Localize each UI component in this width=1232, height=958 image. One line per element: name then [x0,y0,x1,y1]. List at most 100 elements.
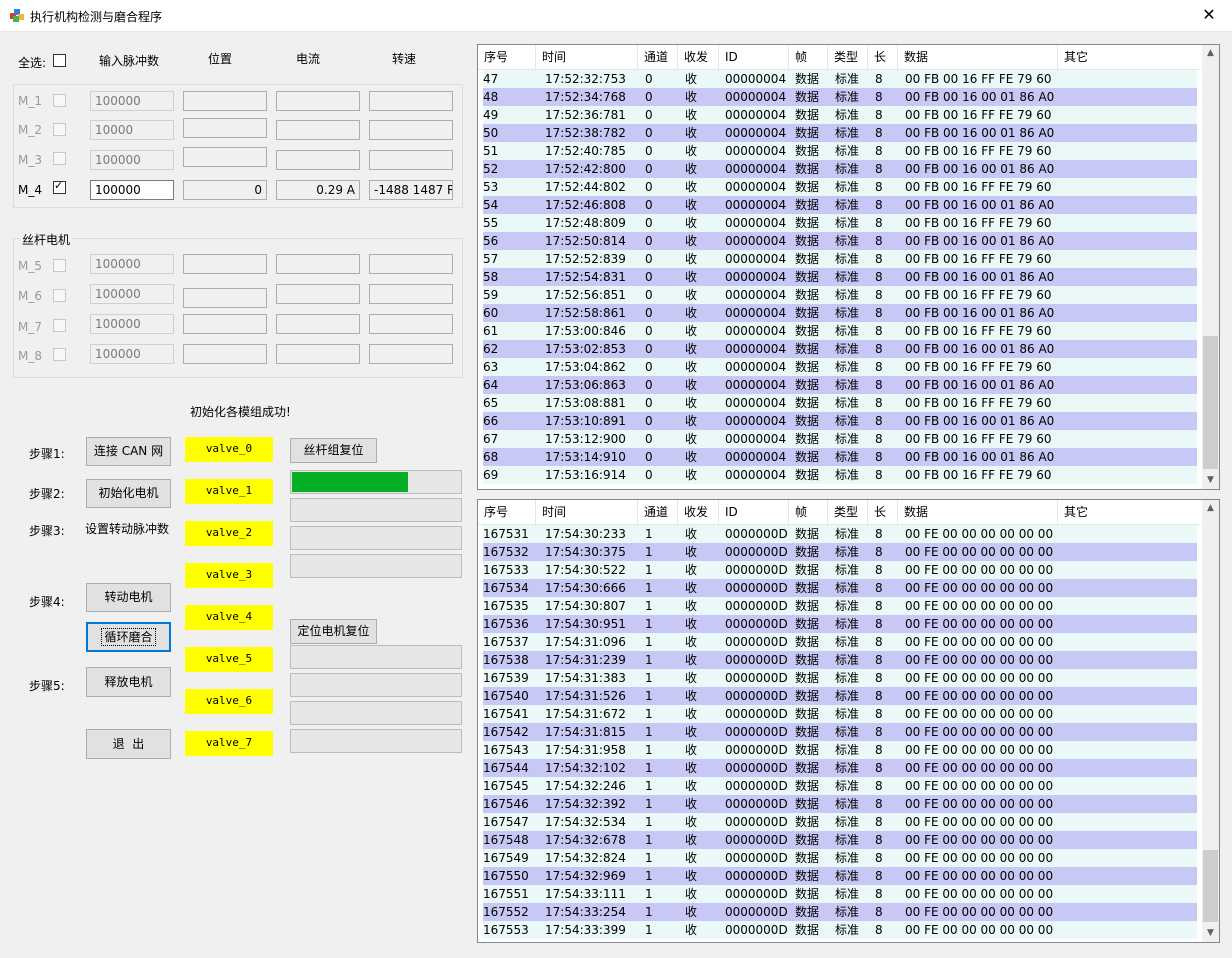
scrollbar-top[interactable]: ▲ ▼ [1202,45,1219,489]
connect-can-button[interactable]: 连接 CAN 网 [86,437,171,466]
pulses-input-m4[interactable]: 100000 [90,180,174,200]
select-all-checkbox[interactable] [53,54,66,67]
scroll-up-icon[interactable]: ▲ [1202,45,1219,62]
table-row[interactable]: 167541 17:54:31:672 1 收 0000000D 数据 标准 8 00 FE 0… [483,705,1197,723]
header-length[interactable]: 长 [868,500,898,524]
scrollbar-bottom[interactable]: ▲ ▼ [1202,500,1219,942]
table-row[interactable]: 167548 17:54:32:678 1 收 0000000D 数据 标准 8 00 FE 0… [483,831,1197,849]
table-row[interactable]: 50 17:52:38:782 0 收 00000004 数据 标准 8 00 FB 00 16… [483,124,1197,142]
pulses-input-m6[interactable]: 100000 [90,284,174,304]
table-row[interactable]: 167534 17:54:30:666 1 收 0000000D 数据 标准 8 00 FE 0… [483,579,1197,597]
init-motor-button[interactable]: 初始化电机 [86,479,171,508]
table-row[interactable]: 61 17:53:00:846 0 收 00000004 数据 标准 8 00 FB 00 16… [483,322,1197,340]
header-id[interactable]: ID [719,45,789,69]
table-row[interactable]: 167542 17:54:31:815 1 收 0000000D 数据 标准 8 00 FE 0… [483,723,1197,741]
table-row[interactable]: 167537 17:54:31:096 1 收 0000000D 数据 标准 8 00 FE 0… [483,633,1197,651]
table-row[interactable]: 48 17:52:34:768 0 收 00000004 数据 标准 8 00 FB 00 16… [483,88,1197,106]
header-time[interactable]: 时间 [536,45,638,69]
table-row[interactable]: 167535 17:54:30:807 1 收 0000000D 数据 标准 8 00 FE 0… [483,597,1197,615]
table-row[interactable]: 167531 17:54:30:233 1 收 0000000D 数据 标准 8 00 FE 0… [483,525,1197,543]
header-time[interactable]: 时间 [536,500,638,524]
table-row[interactable]: 167547 17:54:32:534 1 收 0000000D 数据 标准 8 00 FE 0… [483,813,1197,831]
header-other[interactable]: 其它 [1058,500,1201,524]
table-row[interactable]: 58 17:52:54:831 0 收 00000004 数据 标准 8 00 FB 00 16… [483,268,1197,286]
pulses-input-m3[interactable]: 100000 [90,150,174,170]
header-id[interactable]: ID [719,500,789,524]
table-row[interactable]: 67 17:53:12:900 0 收 00000004 数据 标准 8 00 FB 00 16… [483,430,1197,448]
table-row[interactable]: 55 17:52:48:809 0 收 00000004 数据 标准 8 00 FB 00 16… [483,214,1197,232]
close-button[interactable]: ✕ [1186,0,1232,31]
header-other[interactable]: 其它 [1058,45,1201,69]
table-row[interactable]: 62 17:53:02:853 0 收 00000004 数据 标准 8 00 FB 00 16… [483,340,1197,358]
motor-checkbox-m6[interactable] [53,289,66,302]
table-row[interactable]: 167539 17:54:31:383 1 收 0000000D 数据 标准 8 00 FE 0… [483,669,1197,687]
pulses-input-m2[interactable]: 10000 [90,120,174,140]
table-row[interactable]: 68 17:53:14:910 0 收 00000004 数据 标准 8 00 FB 00 16… [483,448,1197,466]
scroll-thumb[interactable] [1203,336,1218,469]
motor-checkbox-m2[interactable] [53,123,66,136]
can-log-grid-top[interactable]: 序号 时间 通道 收发 ID 帧 类型 长 数据 其它 47 17:52:32:7… [477,44,1220,490]
header-length[interactable]: 长 [868,45,898,69]
header-channel[interactable]: 通道 [638,45,678,69]
header-type[interactable]: 类型 [828,500,868,524]
table-row[interactable]: 167544 17:54:32:102 1 收 0000000D 数据 标准 8 00 FE 0… [483,759,1197,777]
table-row[interactable]: 66 17:53:10:891 0 收 00000004 数据 标准 8 00 FB 00 16… [483,412,1197,430]
table-row[interactable]: 65 17:53:08:881 0 收 00000004 数据 标准 8 00 FB 00 16… [483,394,1197,412]
table-row[interactable]: 60 17:52:58:861 0 收 00000004 数据 标准 8 00 FB 00 16… [483,304,1197,322]
can-log-grid-bottom[interactable]: 序号 时间 通道 收发 ID 帧 类型 长 数据 其它 167531 17:54:… [477,499,1220,943]
table-row[interactable]: 167532 17:54:30:375 1 收 0000000D 数据 标准 8 00 FE 0… [483,543,1197,561]
table-row[interactable]: 167533 17:54:30:522 1 收 0000000D 数据 标准 8 00 FE 0… [483,561,1197,579]
table-row[interactable]: 64 17:53:06:863 0 收 00000004 数据 标准 8 00 FB 00 16… [483,376,1197,394]
table-row[interactable]: 167536 17:54:30:951 1 收 0000000D 数据 标准 8 00 FE 0… [483,615,1197,633]
header-type[interactable]: 类型 [828,45,868,69]
pulses-input-m7[interactable]: 100000 [90,314,174,334]
table-row[interactable]: 49 17:52:36:781 0 收 00000004 数据 标准 8 00 FB 00 16… [483,106,1197,124]
position-motor-reset-button[interactable]: 定位电机复位 [290,619,377,644]
header-data[interactable]: 数据 [898,45,1058,69]
scroll-down-icon[interactable]: ▼ [1202,925,1219,942]
scroll-up-icon[interactable]: ▲ [1202,500,1219,517]
table-row[interactable]: 47 17:52:32:753 0 收 00000004 数据 标准 8 00 FB 00 16… [483,70,1197,88]
release-motor-button[interactable]: 释放电机 [86,667,171,697]
pulses-input-m8[interactable]: 100000 [90,344,174,364]
exit-button[interactable]: 退 出 [86,729,171,759]
table-row[interactable]: 57 17:52:52:839 0 收 00000004 数据 标准 8 00 FB 00 16… [483,250,1197,268]
scroll-down-icon[interactable]: ▼ [1202,472,1219,489]
table-row[interactable]: 167552 17:54:33:254 1 收 0000000D 数据 标准 8 00 FE 0… [483,903,1197,921]
cycle-breakin-button[interactable]: 循环磨合 [86,622,171,652]
table-row[interactable]: 167540 17:54:31:526 1 收 0000000D 数据 标准 8 00 FE 0… [483,687,1197,705]
table-row[interactable]: 52 17:52:42:800 0 收 00000004 数据 标准 8 00 FB 00 16… [483,160,1197,178]
table-row[interactable]: 51 17:52:40:785 0 收 00000004 数据 标准 8 00 FB 00 16… [483,142,1197,160]
header-index[interactable]: 序号 [478,45,536,69]
motor-checkbox-m8[interactable] [53,348,66,361]
motor-checkbox-m7[interactable] [53,319,66,332]
rotate-motor-button[interactable]: 转动电机 [86,583,171,612]
header-direction[interactable]: 收发 [678,500,719,524]
table-row[interactable]: 167538 17:54:31:239 1 收 0000000D 数据 标准 8 00 FE 0… [483,651,1197,669]
table-row[interactable]: 167550 17:54:32:969 1 收 0000000D 数据 标准 8 00 FE 0… [483,867,1197,885]
table-row[interactable]: 167546 17:54:32:392 1 收 0000000D 数据 标准 8 00 FE 0… [483,795,1197,813]
table-row[interactable]: 53 17:52:44:802 0 收 00000004 数据 标准 8 00 FB 00 16… [483,178,1197,196]
table-row[interactable]: 54 17:52:46:808 0 收 00000004 数据 标准 8 00 FB 00 16… [483,196,1197,214]
header-index[interactable]: 序号 [478,500,536,524]
table-row[interactable]: 167553 17:54:33:399 1 收 0000000D 数据 标准 8 00 FE 0… [483,921,1197,939]
pulses-input-m5[interactable]: 100000 [90,254,174,274]
motor-checkbox-m1[interactable] [53,94,66,107]
motor-checkbox-m5[interactable] [53,259,66,272]
header-direction[interactable]: 收发 [678,45,719,69]
motor-checkbox-m4[interactable] [53,179,66,194]
table-row[interactable]: 69 17:53:16:914 0 收 00000004 数据 标准 8 00 FB 00 16… [483,466,1197,484]
header-data[interactable]: 数据 [898,500,1058,524]
table-row[interactable]: 167545 17:54:32:246 1 收 0000000D 数据 标准 8 00 FE 0… [483,777,1197,795]
header-frame[interactable]: 帧 [789,45,828,69]
header-channel[interactable]: 通道 [638,500,678,524]
table-row[interactable]: 167549 17:54:32:824 1 收 0000000D 数据 标准 8 00 FE 0… [483,849,1197,867]
header-frame[interactable]: 帧 [789,500,828,524]
table-row[interactable]: 59 17:52:56:851 0 收 00000004 数据 标准 8 00 FB 00 16… [483,286,1197,304]
table-row[interactable]: 63 17:53:04:862 0 收 00000004 数据 标准 8 00 FB 00 16… [483,358,1197,376]
motor-checkbox-m3[interactable] [53,152,66,165]
table-row[interactable]: 167551 17:54:33:111 1 收 0000000D 数据 标准 8 00 FE 0… [483,885,1197,903]
pulses-input-m1[interactable]: 100000 [90,91,174,111]
screw-reset-button[interactable]: 丝杆组复位 [290,438,377,463]
scroll-thumb[interactable] [1203,850,1218,922]
